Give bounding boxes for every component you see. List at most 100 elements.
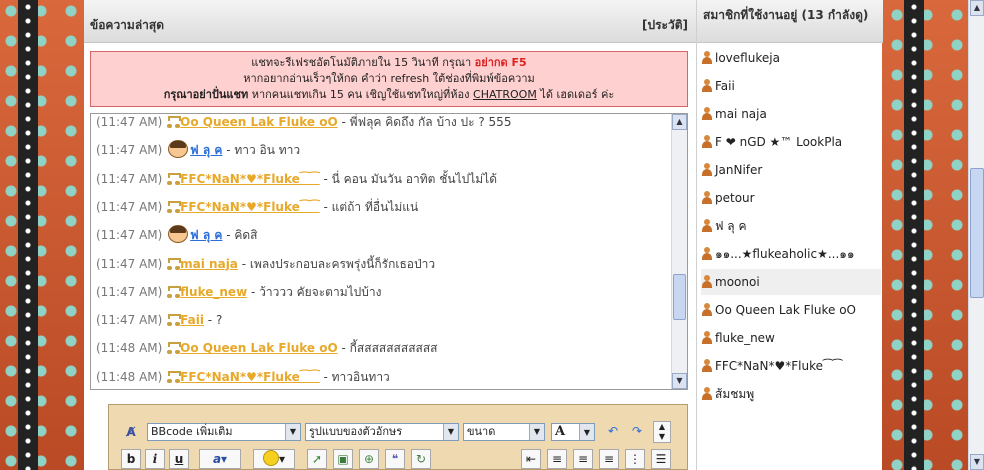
format-icon[interactable]: A̸: [121, 423, 141, 443]
chat-header-title: ข้อความล่าสุด: [90, 18, 165, 32]
member-name: ส้มชมพู: [715, 387, 755, 401]
notice-line-3: กรุณาอย่าปั่นแชท หากคนแชทเกิน 15 คน เชิญ…: [91, 87, 687, 103]
chatroom-link[interactable]: CHATROOM: [473, 88, 537, 101]
member-item[interactable]: ๑๑...★flukeaholic★...๑๑: [701, 241, 881, 267]
member-item[interactable]: mai naja: [701, 101, 881, 127]
underline-button[interactable]: u: [169, 449, 189, 469]
chat-scroll-thumb[interactable]: [673, 274, 686, 320]
message-author-link[interactable]: ฟ ลุ ค: [190, 228, 222, 242]
notice-line-1-text: แชทจะรีเฟรชอัตโนมัติภายใน 15 วินาที กรุณ…: [251, 56, 475, 69]
bold-button[interactable]: b: [121, 449, 141, 469]
message-author-link[interactable]: Oo Queen Lak Fluke oO: [180, 341, 338, 355]
notice-line-3-text: หากคนแชทเกิน 15 คน เชิญใช้แชทใหญ่ที่ห้อง: [248, 88, 474, 101]
redo-icon[interactable]: ↷: [627, 422, 647, 442]
chevron-down-icon: ▼: [285, 424, 300, 440]
message-author-link[interactable]: FFC*NaN*♥*Fluke⁀⁀: [180, 172, 320, 186]
chat-scroll-down-button[interactable]: ▼: [672, 373, 687, 389]
member-name: JanNifer: [715, 163, 763, 177]
member-item[interactable]: FFC*NaN*♥*Fluke⁀⁀: [701, 353, 881, 379]
chat-messages-box[interactable]: (11:47 AM) Oo Queen Lak Fluke oO - พี่ฟล…: [90, 113, 688, 390]
undo-icon[interactable]: ↶: [603, 422, 623, 442]
ordered-list-icon[interactable]: ⋮: [625, 449, 645, 469]
page-scroll-down-button[interactable]: ▼: [970, 454, 984, 470]
message-author-link[interactable]: fluke_new: [180, 285, 247, 299]
insert-media-icon[interactable]: ⊕: [359, 449, 379, 469]
chat-panel: ข้อความล่าสุด [ประวัติ] แชทจะรีเฟรชอัตโน…: [84, 0, 696, 470]
member-item[interactable]: JanNifer: [701, 157, 881, 183]
chat-message: (11:48 AM) FFC*NaN*♥*Fluke⁀⁀ - ทาวอินทาว: [96, 367, 390, 387]
page-scroll-up-button[interactable]: ▲: [970, 0, 984, 16]
message-time: (11:47 AM): [96, 256, 163, 271]
message-time: (11:47 AM): [96, 313, 163, 328]
message-author-link[interactable]: FFC*NaN*♥*Fluke⁀⁀: [180, 370, 320, 384]
notice-f5-warning: อย่ากด F5: [474, 56, 527, 69]
message-author-link[interactable]: Faii: [180, 313, 204, 327]
page-scrollbar[interactable]: ▲ ▼: [968, 0, 984, 470]
message-time: (11:47 AM): [96, 228, 163, 243]
insert-link-icon[interactable]: ➚: [307, 449, 327, 469]
font-color-select[interactable]: A ▼: [551, 423, 595, 441]
align-center-icon[interactable]: ≡: [573, 449, 593, 469]
font-select[interactable]: รูปแบบของตัวอักษร ▼: [305, 423, 459, 441]
message-text: - แต่ถ้า ที่อื่นไม่แน่: [319, 199, 419, 214]
size-select-value: ขนาด: [467, 425, 496, 438]
user-icon: [701, 303, 713, 316]
members-panel: สมาชิกที่ใช้งานอยู่ (13 กำลังดู) loveflu…: [696, 0, 883, 470]
align-right-icon[interactable]: ≡: [599, 449, 619, 469]
user-icon: [701, 331, 713, 344]
outdent-icon[interactable]: ⇤: [521, 449, 541, 469]
message-time: (11:47 AM): [96, 199, 163, 214]
emoticon-dropdown[interactable]: ▾: [253, 449, 295, 469]
chat-scroll-up-button[interactable]: ▲: [672, 114, 687, 130]
member-item[interactable]: moonoi: [701, 269, 881, 295]
member-name: loveflukeja: [715, 51, 780, 65]
member-name: FFC*NaN*♥*Fluke⁀⁀: [715, 359, 843, 373]
italic-button[interactable]: i: [145, 449, 165, 469]
member-item[interactable]: Oo Queen Lak Fluke oO: [701, 297, 881, 323]
history-link[interactable]: [ประวัติ]: [642, 16, 688, 35]
member-item[interactable]: loveflukeja: [701, 45, 881, 71]
member-name: petour: [715, 191, 755, 205]
chat-message: (11:47 AM) Faii - ?: [96, 310, 222, 330]
user-icon: [701, 247, 713, 260]
user-avatar-icon: [168, 225, 189, 244]
member-item[interactable]: F ❤ nGD ★™ LookPla: [701, 129, 881, 155]
message-text: - พี่ฟลุค คิดถึง กัล บ้าง ปะ ? 555: [337, 115, 512, 129]
music-note-icon: [167, 370, 182, 383]
chat-scrollbar[interactable]: ▲ ▼: [671, 114, 687, 389]
message-author-link[interactable]: ฟ ลุ ค: [190, 143, 222, 157]
member-item[interactable]: Faii: [701, 73, 881, 99]
size-select[interactable]: ขนาด ▼: [463, 423, 545, 441]
message-time: (11:47 AM): [96, 115, 163, 129]
bbcode-select[interactable]: BBcode เพิ่มเติม ▼: [147, 423, 301, 441]
notice-line-1: แชทจะรีเฟรชอัตโนมัติภายใน 15 วินาที กรุณ…: [91, 55, 687, 71]
member-item[interactable]: petour: [701, 185, 881, 211]
music-note-icon: [167, 285, 182, 298]
notice-line-2: หากอยากอ่านเร็วๆให้กด คำว่า refresh ใต้ช…: [243, 72, 535, 85]
resize-icon[interactable]: ▲ ▼: [653, 421, 671, 443]
chat-message: (11:47 AM) fluke_new - ว้าววว คัยจะตามไป…: [96, 282, 381, 302]
members-header-title: สมาชิกที่ใช้งานอยู่ (13 กำลังดู): [703, 8, 869, 22]
page-scroll-thumb[interactable]: [970, 168, 984, 298]
font-style-dropdown[interactable]: a▾: [199, 449, 241, 469]
user-icon: [701, 359, 713, 372]
member-name: mai naja: [715, 107, 767, 121]
align-left-icon[interactable]: ≡: [547, 449, 567, 469]
smiley-icon: [262, 450, 279, 466]
quote-icon[interactable]: ❝: [385, 449, 405, 469]
message-author-link[interactable]: mai naja: [180, 257, 238, 271]
member-item[interactable]: ฟ ลุ ค: [701, 213, 881, 239]
chat-message: (11:47 AM) ฟ ลุ ค - คิดสิ: [96, 225, 258, 245]
message-author-link[interactable]: FFC*NaN*♥*Fluke⁀⁀: [180, 200, 320, 214]
music-note-icon: [167, 257, 182, 270]
member-name: Oo Queen Lak Fluke oO: [715, 303, 856, 317]
message-time: (11:48 AM): [96, 341, 163, 356]
chat-header: ข้อความล่าสุด [ประวัติ]: [84, 0, 696, 43]
code-icon[interactable]: ↻: [411, 449, 431, 469]
message-author-link[interactable]: Oo Queen Lak Fluke oO: [180, 115, 338, 129]
music-note-icon: [167, 313, 182, 327]
member-item[interactable]: ส้มชมพู: [701, 381, 881, 407]
unordered-list-icon[interactable]: ☰: [651, 449, 671, 469]
insert-image-icon[interactable]: ▣: [333, 449, 353, 469]
member-item[interactable]: fluke_new: [701, 325, 881, 351]
